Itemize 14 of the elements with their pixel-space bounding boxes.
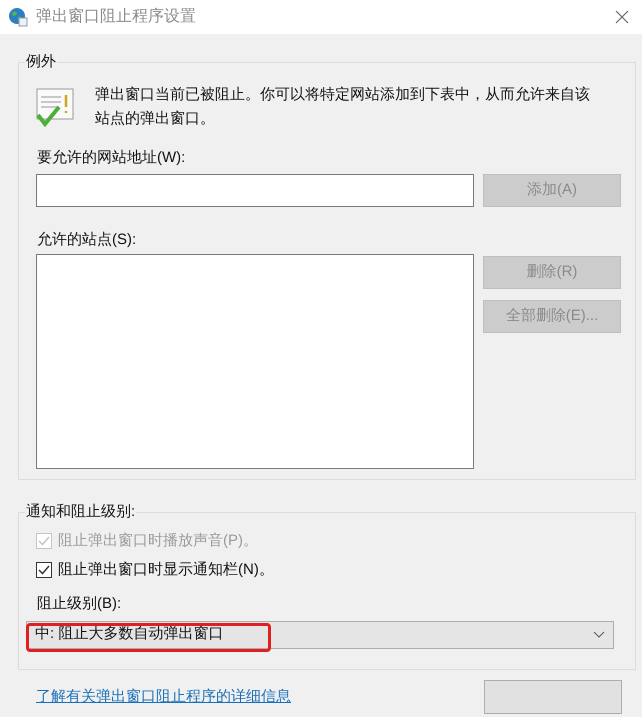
window-title: 弹出窗口阻止程序设置: [36, 6, 197, 27]
list-label: 允许的站点(S):: [37, 230, 136, 250]
checkbox-label: 阻止弹出窗口时播放声音(P)。: [58, 530, 258, 551]
close-icon[interactable]: [614, 9, 630, 25]
field-label: 要允许的网站地址(W):: [37, 148, 186, 168]
globe-icon: [8, 7, 28, 27]
help-link[interactable]: 了解有关弹出窗口阻止程序的详细信息: [36, 686, 291, 708]
checkbox[interactable]: [36, 562, 52, 578]
level-dropdown[interactable]: 中: 阻止大多数自动弹出窗口: [26, 620, 614, 648]
checkbox-label: 阻止弹出窗口时显示通知栏(N)。: [58, 560, 274, 580]
info-message: 弹出窗口当前已被阻止。你可以将特定网站添加到下表中，从而允许来自该站点的弹出窗口。: [95, 85, 591, 129]
select-label: 阻止级别(B):: [37, 594, 122, 614]
chevron-down-icon: [593, 630, 605, 638]
address-field[interactable]: [36, 174, 474, 206]
